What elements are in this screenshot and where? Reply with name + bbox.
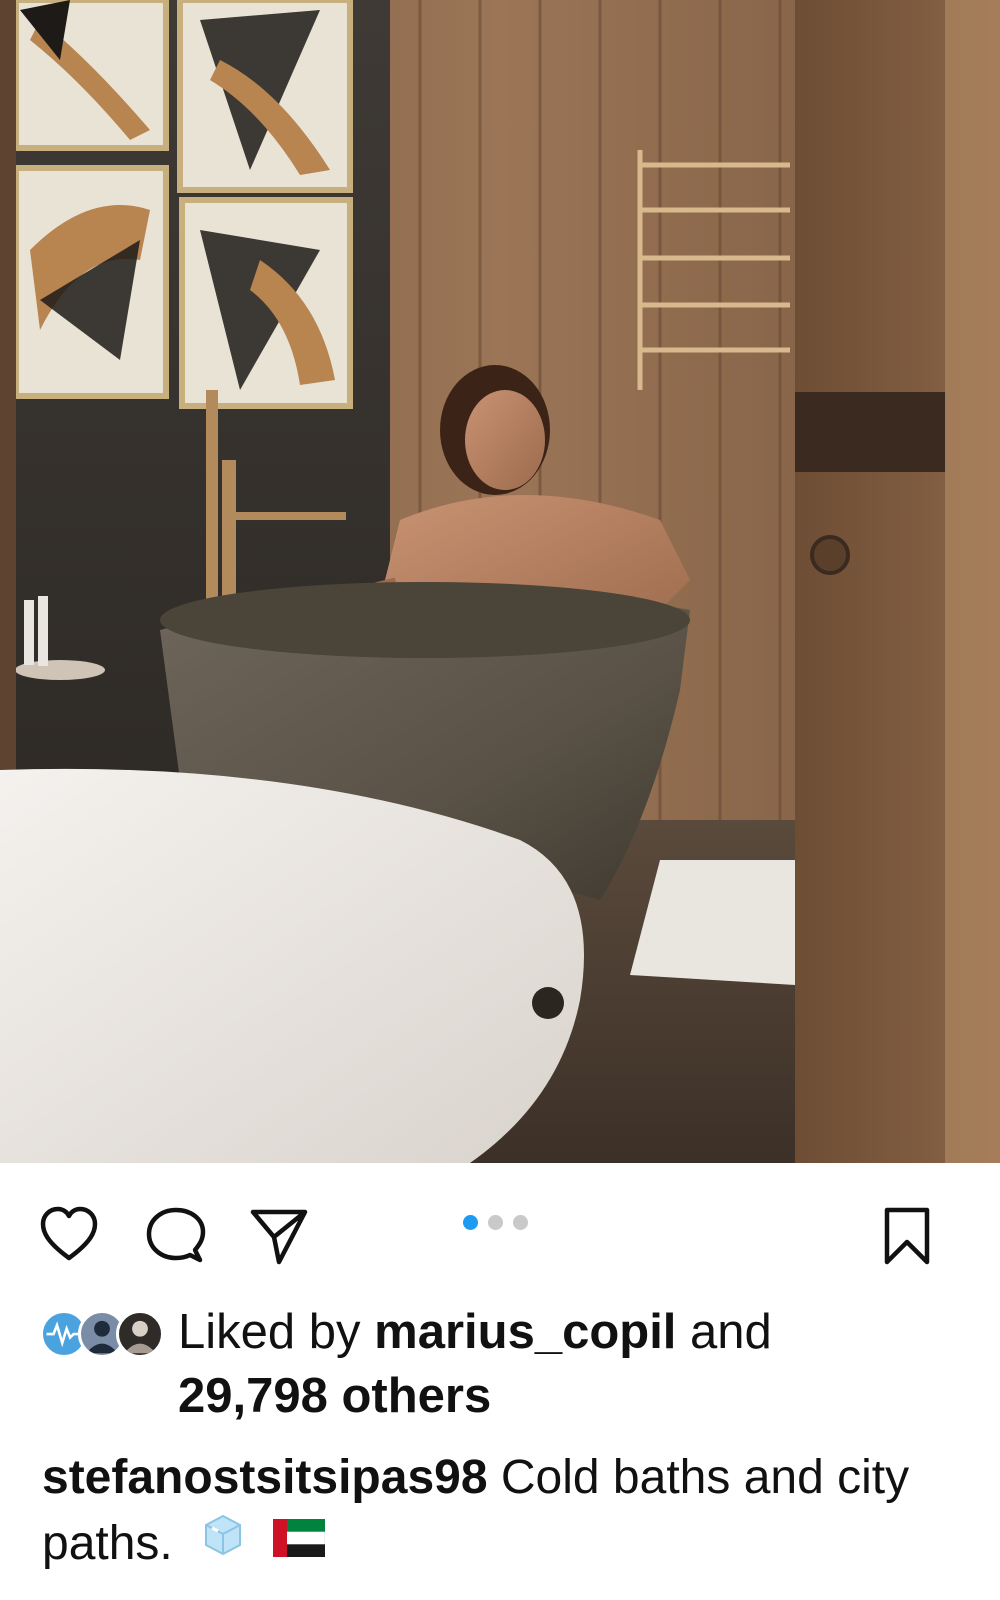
bathroom-scene-illustration bbox=[0, 0, 1000, 1163]
carousel-dot-1[interactable] bbox=[463, 1215, 478, 1230]
likes-prefix: Liked by bbox=[178, 1305, 361, 1359]
carousel-dot-2[interactable] bbox=[488, 1215, 503, 1230]
carousel-dot-3[interactable] bbox=[513, 1215, 528, 1230]
person-silhouette-icon bbox=[124, 1320, 156, 1354]
avatar[interactable] bbox=[116, 1310, 164, 1358]
wall-artwork bbox=[13, 0, 353, 409]
bookmark-icon bbox=[884, 1207, 930, 1265]
save-button[interactable] bbox=[872, 1201, 942, 1271]
share-button[interactable] bbox=[244, 1201, 314, 1271]
like-button[interactable] bbox=[34, 1201, 104, 1271]
liker-username-link[interactable]: marius_copil bbox=[374, 1305, 676, 1359]
likes-text: Liked by marius_copil and 29,798 others bbox=[178, 1300, 958, 1428]
comment-icon bbox=[146, 1207, 206, 1263]
ice-cube-emoji bbox=[200, 1509, 246, 1575]
likes-count-link[interactable]: 29,798 others bbox=[178, 1369, 491, 1423]
uae-flag-emoji bbox=[272, 1509, 326, 1575]
ice-cube-icon bbox=[205, 1515, 242, 1556]
send-icon bbox=[250, 1209, 308, 1265]
uae-flag-icon bbox=[272, 1518, 326, 1558]
likes-conjunction: and bbox=[690, 1305, 772, 1359]
liker-avatars[interactable] bbox=[40, 1310, 164, 1358]
caption-username-link[interactable]: stefanostsitsipas98 bbox=[42, 1451, 488, 1504]
heart-icon bbox=[40, 1206, 98, 1261]
post-photo[interactable] bbox=[0, 0, 1000, 1163]
carousel-indicator[interactable] bbox=[463, 1215, 528, 1230]
comment-button[interactable] bbox=[140, 1201, 210, 1271]
post-caption: stefanostsitsipas98 Cold baths and city … bbox=[42, 1445, 962, 1579]
